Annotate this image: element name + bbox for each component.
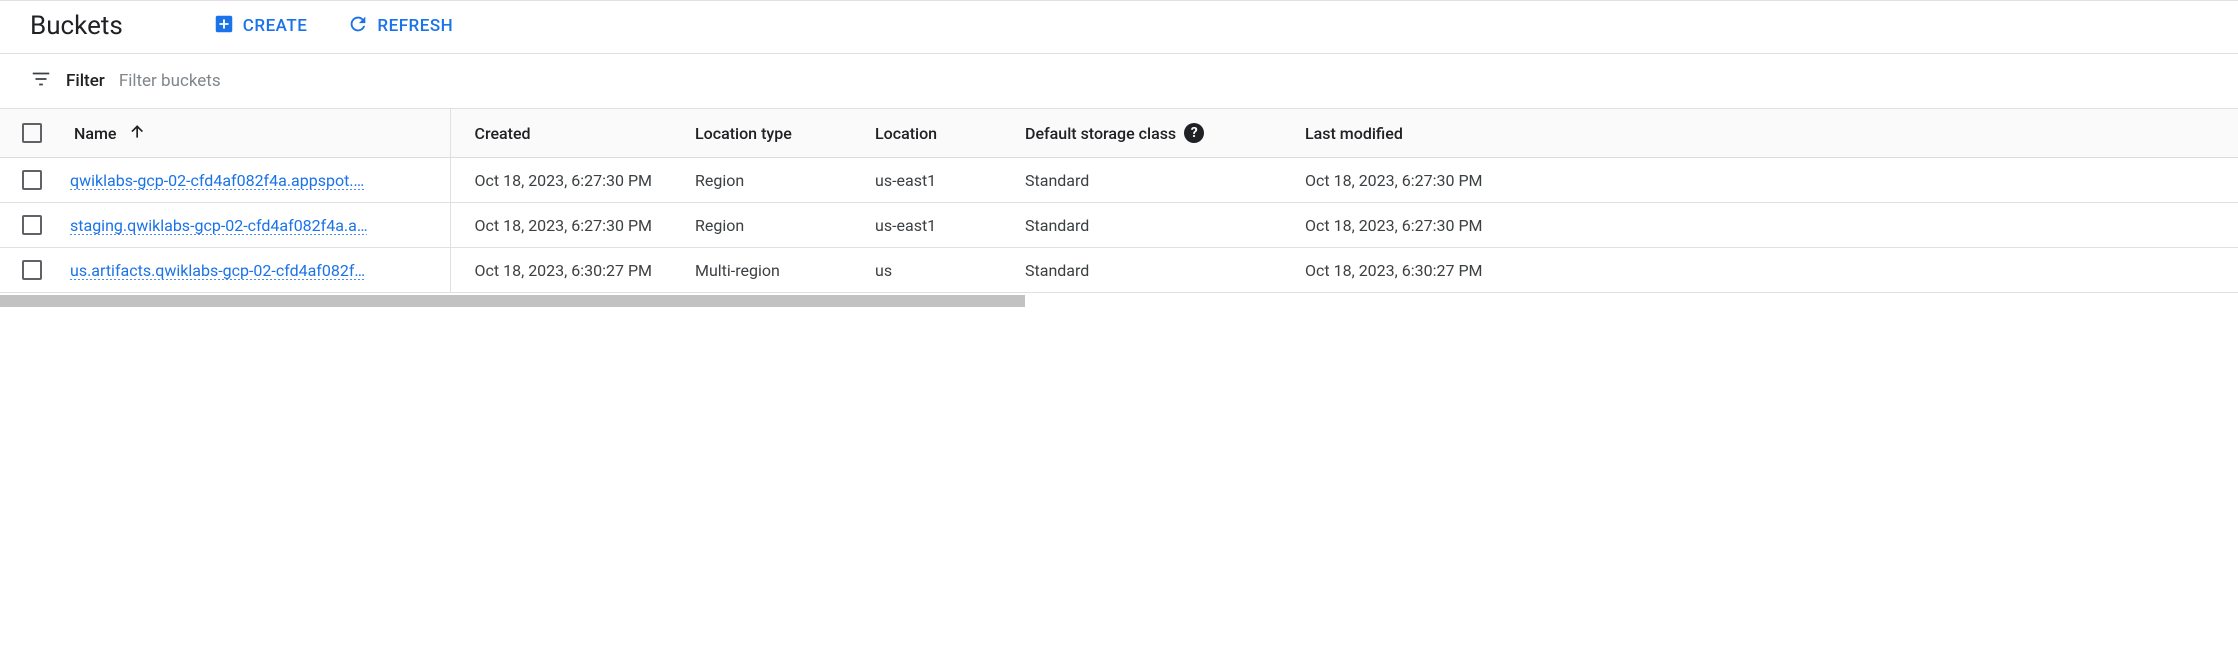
cell-storage-class: Standard [1025, 158, 1305, 203]
cell-storage-class: Standard [1025, 203, 1305, 248]
cell-created: Oct 18, 2023, 6:27:30 PM [450, 203, 695, 248]
table-row: staging.qwiklabs-gcp-02-cfd4af082f4a.a… … [0, 203, 2238, 248]
column-header-storage-class[interactable]: Default storage class ? [1025, 109, 1305, 158]
column-header-location-type[interactable]: Location type [695, 109, 875, 158]
cell-location: us [875, 248, 1025, 293]
plus-box-icon [213, 13, 235, 40]
table-header-row: Name Created Location type Location Defa… [0, 109, 2238, 158]
table-row: us.artifacts.qwiklabs-gcp-02-cfd4af082f…… [0, 248, 2238, 293]
buckets-table: Name Created Location type Location Defa… [0, 108, 2238, 293]
cell-location-type: Multi-region [695, 248, 875, 293]
column-header-location[interactable]: Location [875, 109, 1025, 158]
horizontal-scrollbar[interactable] [0, 293, 1025, 307]
cell-created: Oct 18, 2023, 6:27:30 PM [450, 158, 695, 203]
cell-location: us-east1 [875, 158, 1025, 203]
filter-input[interactable] [119, 71, 419, 91]
filter-icon [30, 68, 52, 94]
bucket-name-link[interactable]: staging.qwiklabs-gcp-02-cfd4af082f4a.a… [70, 216, 368, 235]
row-checkbox[interactable] [22, 260, 42, 280]
help-icon[interactable]: ? [1184, 123, 1204, 143]
filter-bar: Filter [0, 54, 2238, 108]
row-checkbox[interactable] [22, 215, 42, 235]
refresh-icon [347, 13, 369, 40]
cell-last-modified: Oct 18, 2023, 6:27:30 PM [1305, 158, 2238, 203]
cell-location-type: Region [695, 203, 875, 248]
column-header-name[interactable]: Name [70, 109, 450, 158]
bucket-name-link[interactable]: us.artifacts.qwiklabs-gcp-02-cfd4af082f… [70, 261, 365, 280]
page-title: Buckets [30, 11, 123, 41]
sort-asc-icon [128, 121, 148, 145]
column-header-last-modified[interactable]: Last modified [1305, 109, 2238, 158]
cell-location-type: Region [695, 158, 875, 203]
filter-label: Filter [66, 71, 105, 91]
bucket-name-link[interactable]: qwiklabs-gcp-02-cfd4af082f4a.appspot.… [70, 171, 364, 190]
column-name-label: Name [74, 124, 116, 143]
select-all-checkbox[interactable] [22, 123, 42, 143]
cell-location: us-east1 [875, 203, 1025, 248]
cell-last-modified: Oct 18, 2023, 6:30:27 PM [1305, 248, 2238, 293]
refresh-button[interactable]: REFRESH [347, 13, 453, 40]
cell-storage-class: Standard [1025, 248, 1305, 293]
column-header-created[interactable]: Created [450, 109, 695, 158]
table-row: qwiklabs-gcp-02-cfd4af082f4a.appspot.… O… [0, 158, 2238, 203]
cell-created: Oct 18, 2023, 6:30:27 PM [450, 248, 695, 293]
row-checkbox[interactable] [22, 170, 42, 190]
cell-last-modified: Oct 18, 2023, 6:27:30 PM [1305, 203, 2238, 248]
top-toolbar: Buckets CREATE REFRESH [0, 0, 2238, 54]
create-button-label: CREATE [243, 16, 308, 36]
refresh-button-label: REFRESH [377, 16, 453, 36]
create-button[interactable]: CREATE [213, 13, 308, 40]
